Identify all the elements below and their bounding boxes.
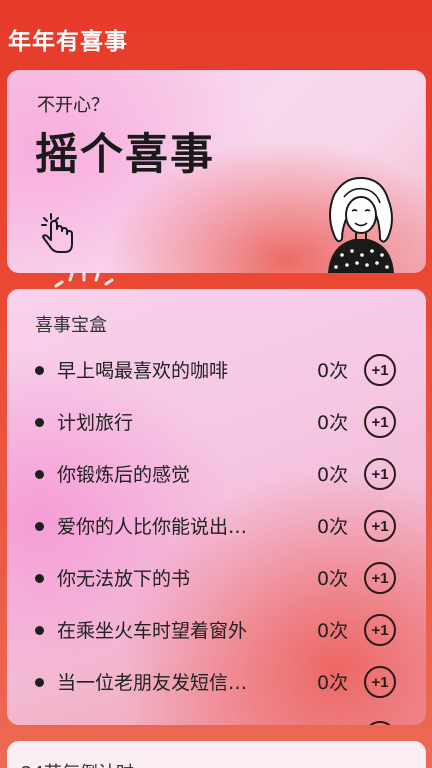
item-count: 0次 [317, 464, 349, 486]
item-text: 计划旅行 [57, 412, 134, 434]
list-item: 当一位老朋友发短信… 0次 +1 [7, 656, 426, 708]
item-text: 你无法放下的书 [57, 568, 191, 590]
bullet-dot [35, 574, 44, 583]
shake-card[interactable]: 不开心？ 摇个喜事 [7, 70, 426, 273]
item-text: 早上喝最喜欢的咖啡 [57, 360, 229, 382]
shake-subtitle: 不开心？ [37, 95, 109, 116]
plus-one-button[interactable]: +1 [364, 614, 396, 646]
plus-one-button[interactable]: +1 [364, 666, 396, 698]
item-count: 0次 [317, 412, 349, 434]
item-count: 0次 [317, 516, 349, 538]
solar-term-card[interactable]: 24节气倒计时 [7, 741, 426, 768]
app-title: 年年有喜事 [8, 29, 128, 55]
item-count: 0次 [317, 568, 349, 590]
girl-avatar [328, 176, 394, 273]
item-text: 你锻炼后的感觉 [57, 464, 191, 486]
plus-one-button[interactable]: +1 [364, 458, 396, 490]
list-item: 爱你的人比你能说出… 0次 +1 [7, 500, 426, 552]
bullet-dot [35, 470, 44, 479]
item-text: 在乘坐火车时望着窗外 [57, 620, 248, 642]
item-text: 当一位老朋友发短信… [57, 672, 248, 694]
shake-title: 摇个喜事 [35, 130, 215, 180]
list-item: 计划旅行 0次 +1 [7, 396, 426, 448]
tap-hand-icon[interactable] [37, 210, 77, 254]
item-text: 爱你的人比你能说出… [57, 516, 248, 538]
plus-one-button[interactable]: +1 [364, 510, 396, 542]
list-item: 你无法放下的书 0次 +1 [7, 552, 426, 604]
box-title: 喜事宝盒 [35, 315, 107, 336]
item-count: 0次 [317, 672, 349, 694]
item-count: 0次 [317, 620, 349, 642]
plus-one-button[interactable]: +1 [364, 562, 396, 594]
bullet-dot [35, 626, 44, 635]
happy-box-card: 喜事宝盒 早上喝最喜欢的咖啡 0次 +1 计划旅行 0次 +1 你锻炼后的感觉 … [7, 289, 426, 725]
bullet-dot [35, 678, 44, 687]
list-item: 早上喝最喜欢的咖啡 0次 +1 [7, 344, 426, 396]
plus-one-button[interactable]: +1 [364, 354, 396, 386]
plus-one-button-partial[interactable] [364, 721, 396, 725]
bullet-dot [35, 366, 44, 375]
list-item: 在乘坐火车时望着窗外 0次 +1 [7, 604, 426, 656]
item-count: 0次 [317, 360, 349, 382]
bullet-dot [35, 418, 44, 427]
list-item: 你锻炼后的感觉 0次 +1 [7, 448, 426, 500]
bullet-dot [35, 522, 44, 531]
plus-one-button[interactable]: +1 [364, 406, 396, 438]
solar-term-title: 24节气倒计时 [21, 759, 134, 768]
